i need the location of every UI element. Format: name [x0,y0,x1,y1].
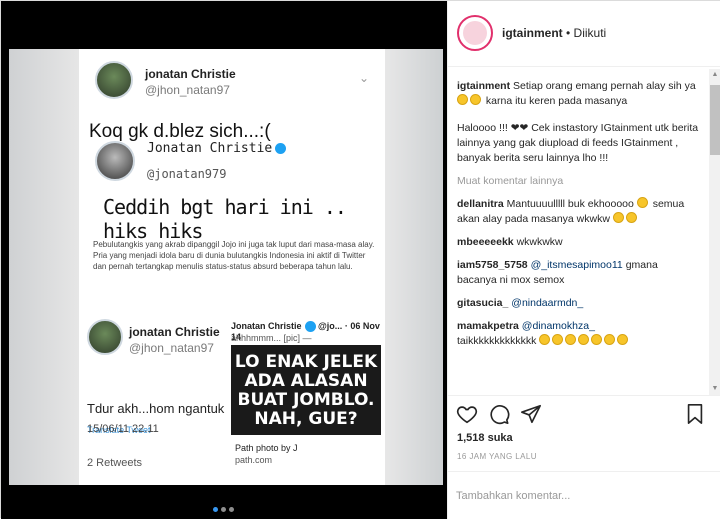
comment-mention[interactable]: @dinamokhza_ [522,320,595,332]
chevron-down-icon: ⌄ [358,71,369,85]
tweet1-name: jonatan Christie [145,67,236,81]
comment-text: taikkkkkkkkkkkkk [457,335,537,347]
post-actions [448,395,720,433]
tweet1-handle: @jhon_natan97 [145,83,230,97]
follow-status[interactable]: • Diikuti [566,26,606,40]
comment-mention[interactable]: @_itsmesapimoo11 [531,259,623,271]
post-timestamp: 16 JAM YANG LALU [457,452,537,461]
comment-icon[interactable] [488,403,510,425]
path-domain: path.com [235,455,273,465]
heart-icon[interactable] [456,403,478,425]
comment-item: gitasucia_ @nindaarmdn_ [457,296,700,311]
likes-count[interactable]: 1,518 suka [457,432,513,444]
verified-icon [275,143,287,154]
account-avatar[interactable] [457,15,493,51]
instagram-post-modal: jonatan Christie @jhon_natan97 ⌄ Koq gk … [0,0,720,519]
laughing-emoji-icon [612,212,624,223]
comments-list[interactable]: igtainment Setiap orang emang pernah ala… [448,69,710,395]
carousel-indicator [213,499,243,512]
comment-username[interactable]: dellanitra [457,198,504,210]
comment-item: mbeeeeekk wkwkwkw [457,235,700,250]
laughing-emoji-icon [617,334,629,345]
tweet2-name: Jonatan Christie [147,141,287,156]
grin-emoji-icon [470,94,481,105]
meme-image: LO ENAK JELEK ADA ALASAN BUAT JOMBLO. NA… [231,345,381,435]
comment-item: dellanitra Mantuuuulllll buk ekhooooo se… [457,197,700,227]
comment-username[interactable]: gitasucia_ [457,297,508,309]
carousel-dot [221,507,226,512]
comment-text: karna itu keren pada masanya [485,95,628,107]
account-name: igtainment • Diikuti [502,26,606,40]
comment-username[interactable]: mbeeeeekk [457,236,514,248]
avatar-image [463,21,487,45]
tweet3-avatar [87,319,123,355]
comment-text: Mantuuuulllll buk ekhooooo [506,198,634,210]
laughing-emoji-icon [591,334,603,345]
caption-paragraph: Pebulutangkis yang akrab dipanggil Jojo … [93,240,375,271]
tweet2-text: Ceddih bgt hari ini .. hiks hiks [103,195,347,243]
comment-input[interactable] [456,486,696,506]
blurred-right-edge [383,49,443,485]
laughing-emoji-icon [565,334,577,345]
laughing-emoji-icon [604,334,616,345]
carousel-dot [229,507,234,512]
blurred-left-edge [9,49,79,485]
add-comment-area [448,471,720,519]
post-side-panel: igtainment • Diikuti igtainment Setiap o… [447,1,720,519]
comment-text: Setiap orang emang pernah alay sih ya [513,80,696,92]
load-more-comments[interactable]: Muat komentar lainnya [457,174,700,189]
quoted-text: ahhhmmm... [pic] — [231,333,312,343]
comment-username[interactable]: igtainment [457,80,510,92]
comment-username[interactable]: iam5758_5758 [457,259,528,271]
tweet3-text: Tdur akh...hom ngantuk [87,401,225,416]
comment-text: wkwkwkw [516,236,563,248]
post-media[interactable]: jonatan Christie @jhon_natan97 ⌄ Koq gk … [1,1,447,519]
comment-item: mamakpetra @dinamokhza_ taikkkkkkkkkkkkk [457,319,700,349]
scroll-down-icon[interactable]: ▼ [711,385,719,393]
tweet3-handle: @jhon_natan97 [129,341,214,355]
account-username-link[interactable]: igtainment [502,26,563,40]
comment-item: iam5758_5758 @_itsmesapimoo11 gmana baca… [457,258,700,288]
tweet3-date: 15/06/11 22.11 [87,423,159,435]
bookmark-icon[interactable] [684,403,706,425]
tweet1-text: Koq gk d.blez sich...:( [89,121,271,142]
path-photo-credit: Path photo by J [235,443,298,453]
carousel-dot [213,507,218,512]
grin-emoji-icon [625,212,637,223]
tweet2-handle: @jonatan979 [147,167,227,181]
post-header: igtainment • Diikuti [448,1,720,67]
laughing-emoji-icon [457,94,468,105]
caption-comment: igtainment Setiap orang emang pernah ala… [457,79,700,109]
tweet2-avatar [95,141,135,181]
scroll-up-icon[interactable]: ▲ [711,71,719,79]
laughing-emoji-icon [539,334,551,345]
laughing-emoji-icon [578,334,590,345]
comment-username[interactable]: mamakpetra [457,320,519,332]
share-icon[interactable] [520,403,542,425]
tweet3-name: jonatan Christie [129,325,220,339]
caption-comment-2: Haloooo !!! ❤❤ Cek instastory IGtainment… [457,122,699,164]
verified-icon [304,321,316,333]
laughing-emoji-icon [636,197,648,208]
post-image: jonatan Christie @jhon_natan97 ⌄ Koq gk … [9,49,443,485]
tweet1-avatar [95,61,133,99]
tweet3-retweets: 2 Retweets [87,457,143,469]
scrollbar-thumb[interactable] [710,85,720,155]
tweet-collage: jonatan Christie @jhon_natan97 ⌄ Koq gk … [79,49,385,485]
comments-scrollbar[interactable]: ▲ ▼ [709,69,720,395]
comment-mention[interactable]: @nindaarmdn_ [511,297,583,309]
laughing-emoji-icon [552,334,564,345]
